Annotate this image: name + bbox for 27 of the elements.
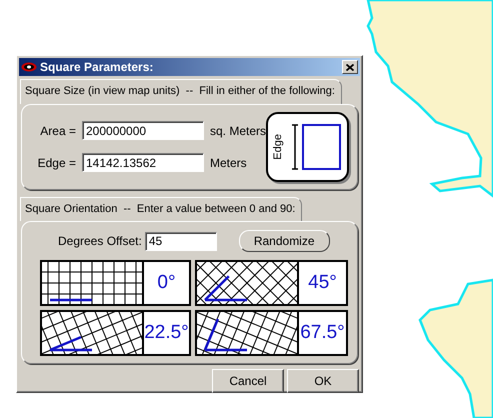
input-field[interactable]: 14142.13562 (82, 153, 204, 172)
angle-label: 22.5° (142, 312, 189, 354)
unit-label: Meters (210, 154, 247, 172)
unit-label: sq. Meters (210, 122, 266, 140)
orientation-preset[interactable]: 22.5° (40, 310, 191, 356)
group-tab-label: Square Size (in view map units) -- Fill in either of the following: (20, 79, 342, 104)
close-icon (346, 64, 354, 70)
field-label: Area = (39, 122, 76, 140)
dialog-button[interactable]: Cancel (212, 369, 284, 393)
input-field[interactable]: 45 (144, 232, 217, 250)
input-field[interactable]: 200000000 (82, 121, 204, 140)
orientation-preset[interactable]: 67.5° (195, 310, 348, 356)
orientation-preset[interactable]: 0° (40, 260, 191, 306)
field-label: Degrees Offset: (58, 233, 142, 250)
angle-label: 45° (297, 262, 346, 304)
randomize-button[interactable]: Randomize (238, 230, 330, 252)
angle-label: 0° (142, 262, 189, 304)
close-button[interactable] (342, 60, 358, 74)
square-drawing (289, 122, 342, 172)
angle-label: 67.5° (297, 312, 346, 354)
orientation-preset[interactable]: 45° (195, 260, 348, 306)
group-tab-label: Square Orientation -- Enter a value between 0 and 90: (20, 196, 302, 221)
edge-label: Edge (272, 134, 286, 160)
dialog-button[interactable]: OK (287, 369, 359, 393)
window-title: Square Parameters: (40, 59, 154, 76)
field-label: Edge = (36, 154, 76, 172)
eye-icon (21, 62, 37, 72)
